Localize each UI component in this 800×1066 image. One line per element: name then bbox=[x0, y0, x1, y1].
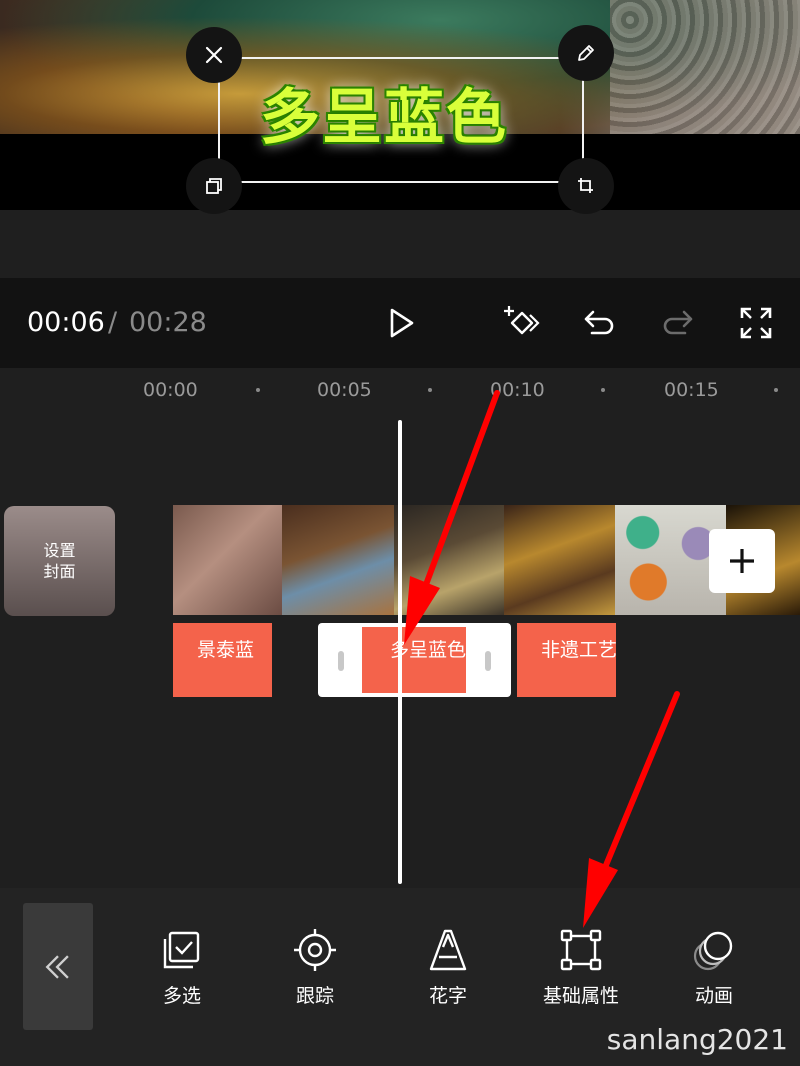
tool-label: 动画 bbox=[694, 985, 733, 1007]
rotate-handle-button[interactable] bbox=[558, 158, 614, 214]
collapse-toolbar-button[interactable] bbox=[23, 903, 93, 1030]
time-separator: / bbox=[108, 307, 118, 338]
tool-tracking[interactable]: 跟踪 bbox=[260, 925, 370, 1015]
tool-label: 基础属性 bbox=[542, 985, 619, 1007]
set-cover-label-line1: 设置 bbox=[43, 541, 76, 560]
video-frame-pattern bbox=[610, 0, 800, 134]
video-clip-thumbnail[interactable] bbox=[282, 505, 394, 615]
tool-multi-select[interactable]: 多选 bbox=[127, 925, 237, 1015]
fullscreen-icon bbox=[740, 307, 772, 339]
watermark: sanlang2021 bbox=[606, 1023, 788, 1056]
animation-icon bbox=[693, 931, 733, 971]
ruler-dot bbox=[428, 388, 432, 392]
tool-label: 多选 bbox=[162, 985, 201, 1007]
trim-handle-right[interactable] bbox=[485, 651, 491, 671]
copy-handle-button[interactable] bbox=[186, 158, 242, 214]
redo-button[interactable] bbox=[655, 300, 701, 346]
set-cover-label-line2: 封面 bbox=[43, 562, 76, 581]
set-cover-button[interactable]: 设置 封面 bbox=[4, 506, 115, 616]
edit-handle-button[interactable] bbox=[558, 25, 614, 81]
playhead[interactable] bbox=[398, 420, 402, 884]
multi-select-icon bbox=[163, 931, 200, 969]
ruler-mark: 00:05 bbox=[317, 379, 372, 401]
close-icon bbox=[205, 46, 223, 64]
add-keyframe-button[interactable] bbox=[497, 300, 543, 346]
ruler-dot bbox=[601, 388, 605, 392]
rotate-icon bbox=[578, 178, 593, 193]
fancy-text-icon bbox=[429, 929, 467, 971]
text-clip[interactable]: 景泰蓝 bbox=[173, 623, 272, 697]
undo-icon bbox=[584, 310, 614, 335]
undo-button[interactable] bbox=[576, 300, 622, 346]
ruler-mark: 00:00 bbox=[143, 379, 198, 401]
double-chevron-left-icon bbox=[45, 954, 69, 979]
tracking-target-icon bbox=[294, 929, 336, 971]
play-icon bbox=[390, 308, 414, 338]
tool-basic-properties[interactable]: 基础属性 bbox=[526, 925, 636, 1015]
tool-animation[interactable]: 动画 bbox=[659, 925, 769, 1015]
ruler-dot bbox=[256, 388, 260, 392]
add-keyframe-icon bbox=[504, 306, 540, 335]
close-handle-button[interactable] bbox=[186, 27, 242, 83]
edit-pencil-icon bbox=[578, 45, 594, 61]
plus-icon bbox=[730, 549, 754, 573]
text-clip-selected[interactable]: 多呈蓝色 bbox=[318, 623, 511, 697]
fullscreen-button[interactable] bbox=[733, 300, 779, 346]
play-button[interactable] bbox=[378, 300, 424, 346]
tool-fancy-text[interactable]: 花字 bbox=[393, 925, 503, 1015]
video-clip-thumbnail[interactable] bbox=[504, 505, 615, 615]
video-clip-thumbnail[interactable] bbox=[394, 505, 504, 615]
copy-icon bbox=[206, 178, 222, 194]
tool-label: 跟踪 bbox=[295, 985, 334, 1007]
trim-handle-left[interactable] bbox=[338, 651, 344, 671]
tool-label: 花字 bbox=[428, 985, 467, 1007]
basic-properties-icon bbox=[560, 929, 602, 971]
ruler-mark: 00:15 bbox=[664, 379, 719, 401]
ruler-mark: 00:10 bbox=[490, 379, 545, 401]
current-time: 00:06 bbox=[27, 307, 105, 338]
add-clip-button[interactable] bbox=[709, 529, 775, 593]
total-time: 00:28 bbox=[129, 307, 207, 338]
video-clip-thumbnail[interactable] bbox=[173, 505, 282, 615]
text-clip[interactable]: 非遗工艺 bbox=[517, 623, 616, 697]
overlay-title-text[interactable]: 多呈蓝色 bbox=[260, 78, 560, 158]
redo-icon bbox=[663, 310, 693, 335]
ruler-dot bbox=[774, 388, 778, 392]
